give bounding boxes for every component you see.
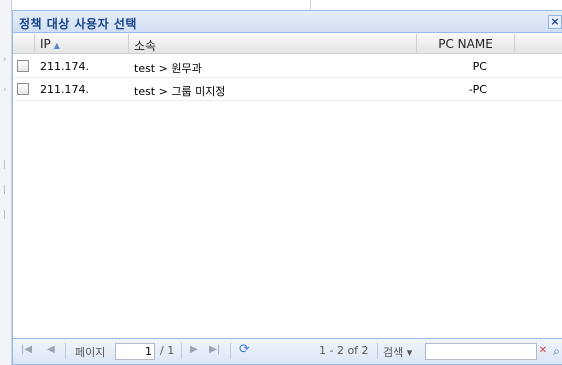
cell-ip: 211.174. (40, 60, 89, 73)
next-page-icon[interactable]: ▶ (190, 344, 198, 355)
table-row[interactable]: 211.174. test > 그룹 미지정 -PC (13, 78, 562, 101)
first-page-icon[interactable]: |◀ (21, 344, 32, 355)
paging-toolbar: |◀ ◀ 페이지 1 / 1 ▶ ▶| ⟳ 1 - 2 of 2 검색 ▾ ✕ … (13, 338, 562, 364)
paging-summary: 1 - 2 of 2 (319, 344, 369, 357)
dialog-titlebar[interactable]: 정책 대상 사용자 선택 × (13, 11, 562, 33)
total-pages: / 1 (160, 344, 175, 357)
search-input[interactable] (425, 343, 537, 360)
column-header-label: PC NAME (438, 37, 493, 51)
page-number-input[interactable]: 1 (115, 343, 155, 360)
clear-search-icon[interactable]: ✕ (537, 343, 549, 360)
background-tick-icon: | (3, 160, 7, 170)
column-header-pc-name[interactable]: PC NAME (417, 34, 515, 54)
row-checkbox-cell[interactable] (13, 55, 35, 77)
sort-ascending-icon: ▲ (53, 41, 60, 50)
background-tick-icon: | (3, 210, 7, 220)
search-field-dropdown[interactable]: 검색 ▾ (383, 344, 412, 360)
refresh-icon[interactable]: ⟳ (239, 342, 250, 357)
page-label: 페이지 (75, 346, 106, 359)
row-checkbox-cell[interactable] (13, 78, 35, 100)
cell-pc-name: -PC (468, 83, 487, 96)
cell-pc-name: PC (472, 60, 487, 73)
toolbar-separator (65, 343, 66, 359)
toolbar-separator (181, 343, 182, 359)
background-arrow-icon: › (3, 85, 7, 95)
background-arrow-icon: › (3, 55, 7, 65)
last-page-icon[interactable]: ▶| (209, 344, 220, 355)
column-header-checkbox[interactable] (13, 34, 35, 54)
column-header-label: IP (40, 37, 51, 51)
toolbar-separator (230, 343, 231, 359)
grid-header: IP ▲ 소속 PC NAME (13, 34, 562, 54)
dialog-title: 정책 대상 사용자 선택 (19, 17, 137, 31)
background-page-edge: › › | | | (0, 0, 12, 365)
column-header-empty (515, 34, 562, 54)
column-header-label: 소속 (134, 39, 157, 53)
toolbar-separator (377, 343, 378, 359)
cell-department: test > 원무과 (134, 62, 202, 75)
column-header-ip[interactable]: IP ▲ (35, 34, 129, 54)
row-checkbox[interactable] (17, 83, 29, 95)
background-tick-icon: | (3, 185, 7, 195)
select-policy-users-dialog: 정책 대상 사용자 선택 × IP ▲ 소속 PC NAME 211.174. t… (12, 10, 562, 365)
column-header-department[interactable]: 소속 (129, 34, 417, 54)
grid-body: 211.174. test > 원무과 PC 211.174. test > 그… (13, 55, 562, 331)
prev-page-icon[interactable]: ◀ (47, 344, 55, 355)
row-checkbox[interactable] (17, 60, 29, 72)
search-icon[interactable]: ⌕ (550, 343, 562, 360)
cell-department: test > 그룹 미지정 (134, 85, 226, 98)
background-divider (310, 0, 311, 10)
cell-ip: 211.174. (40, 83, 89, 96)
table-row[interactable]: 211.174. test > 원무과 PC (13, 55, 562, 78)
close-icon[interactable]: × (548, 15, 562, 29)
